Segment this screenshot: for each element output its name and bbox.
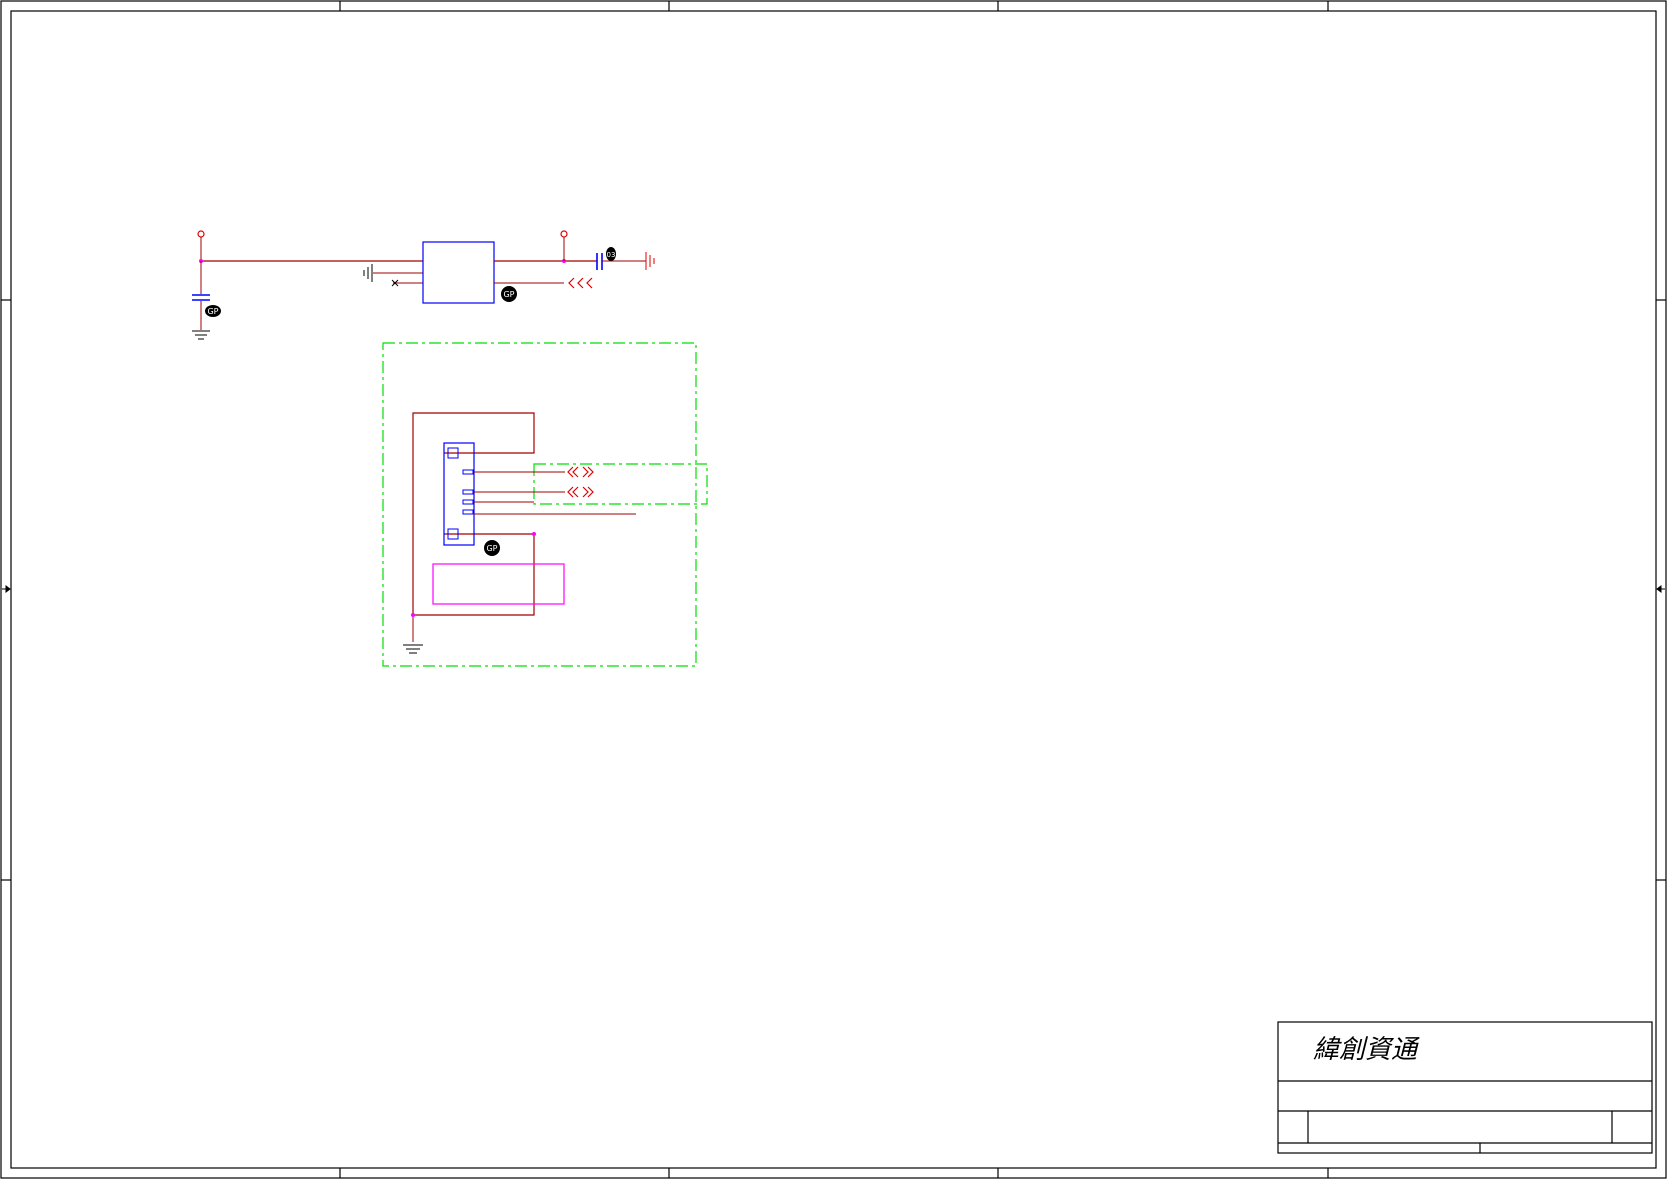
power-regulator-circuit: GP 03 GP: [192, 230, 655, 340]
drawing-frame: [0, 0, 1667, 1179]
company-name: 緯創資通: [1313, 1035, 1420, 1065]
output-capacitor-icon: [596, 253, 603, 270]
power-rail-right-icon: [560, 230, 568, 238]
ground-return-wire: [413, 533, 535, 616]
bidirectional-arrow-icon: [567, 466, 594, 478]
note-box: [432, 563, 565, 605]
junction-dot: [532, 532, 536, 536]
connector-circuit: GP: [382, 342, 708, 667]
gp-badge-cap: GP: [205, 305, 221, 317]
input-capacitor-icon: [192, 294, 210, 301]
inner-border: [10, 10, 1657, 1169]
regulator-ic: [422, 241, 495, 304]
gp-badge-text: GP: [486, 544, 497, 553]
ground-right-icon: [645, 252, 655, 270]
cap-marker-badge: 03: [606, 247, 616, 261]
power-rail-left-icon: [197, 230, 205, 238]
keepout-region-small: [533, 463, 708, 505]
offpage-connector-icon: [568, 277, 593, 289]
ground-ic-pin-icon: [363, 264, 373, 282]
gp-badge-ic: GP: [501, 286, 517, 302]
connector-pins: [462, 469, 474, 515]
center-arrow-left: [2, 585, 11, 593]
junction-dot: [411, 613, 415, 617]
gp-badge-text: GP: [207, 307, 218, 316]
outer-border: [0, 0, 1667, 1179]
cap-marker-text: 03: [607, 251, 616, 259]
gp-badge-text: GP: [503, 290, 514, 299]
gp-badge-connector: GP: [484, 540, 500, 556]
bidirectional-arrow-icon: [567, 486, 594, 498]
center-arrow-right: [1656, 585, 1665, 593]
ground-connector-icon: [403, 644, 423, 654]
schematic-sheet: GP 03 GP GP 緯創資通: [0, 0, 1667, 1179]
ground-left-icon: [192, 330, 210, 340]
